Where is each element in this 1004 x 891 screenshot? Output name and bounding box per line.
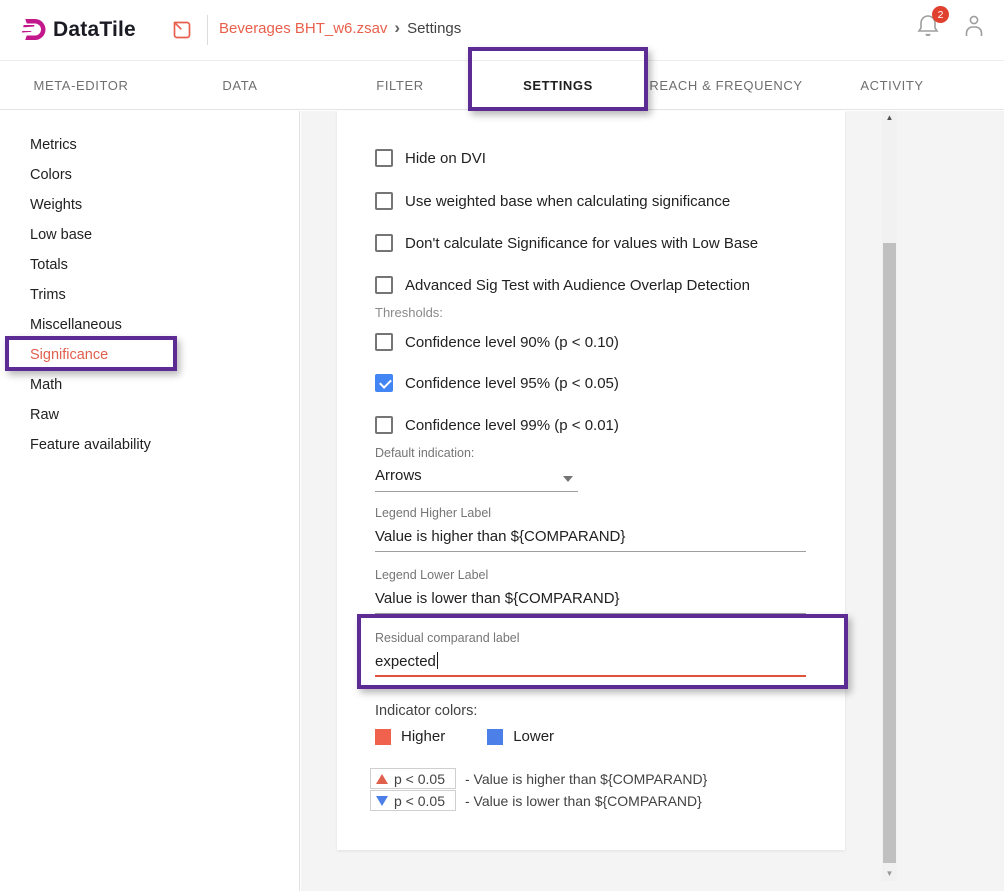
higher-swatch-label: Higher [401,728,445,745]
legend-chip-higher: p < 0.05 [370,768,456,789]
tab-reach-frequency[interactable]: REACH & FREQUENCY [646,61,806,110]
tab-bar: META-EDITOR DATA FILTER SETTINGS REACH &… [0,60,1004,110]
input-underline [375,613,806,614]
app-header: DataTile Beverages BHT_w6.zsav › Setting… [0,0,1004,60]
checkbox-row-hide-on-dvi[interactable]: Hide on DVI [375,149,486,167]
checkbox[interactable] [375,192,393,210]
lower-color-swatch[interactable] [487,729,503,745]
checkbox-row-weighted-base[interactable]: Use weighted base when calculating signi… [375,192,730,210]
sidebar-item-colors[interactable]: Colors [0,167,299,197]
breadcrumb-current: Settings [407,20,461,37]
thresholds-label: Thresholds: [375,305,443,320]
sidebar-item-metrics[interactable]: Metrics [0,137,299,167]
significance-settings-panel: Hide on DVI Use weighted base when calcu… [337,111,845,850]
sidebar-item-trims[interactable]: Trims [0,287,299,317]
tab-settings[interactable]: SETTINGS [478,61,638,110]
notification-badge: 2 [932,6,949,23]
chevron-right-icon: › [394,19,400,36]
sidebar-item-math[interactable]: Math [0,377,299,407]
legend-lower-label: Legend Lower Label [375,568,488,582]
input-underline [375,551,806,552]
checkbox[interactable] [375,234,393,252]
tab-data[interactable]: DATA [190,61,290,110]
breadcrumb: Beverages BHT_w6.zsav › Settings [219,20,461,37]
indicator-colors-row: Higher Lower [375,728,554,745]
settings-sidebar: Metrics Colors Weights Low base Totals T… [0,111,300,891]
sidebar-item-totals[interactable]: Totals [0,257,299,287]
legend-preview-higher: p < 0.05 - Value is higher than ${COMPAR… [370,768,707,789]
legend-description-lower: - Value is lower than ${COMPARAND} [465,793,702,809]
checkbox-row-confidence-95[interactable]: Confidence level 95% (p < 0.05) [375,374,619,392]
default-indication-label: Default indication: [375,446,474,460]
checkbox-checked[interactable] [375,374,393,392]
sidebar-item-feature-availability[interactable]: Feature availability [0,437,299,467]
checkbox[interactable] [375,333,393,351]
up-arrow-icon [376,774,388,784]
legend-preview-lower: p < 0.05 - Value is lower than ${COMPARA… [370,790,702,811]
sidebar-item-miscellaneous[interactable]: Miscellaneous [0,317,299,347]
checkbox[interactable] [375,276,393,294]
account-button[interactable] [962,12,986,40]
sidebar-item-low-base[interactable]: Low base [0,227,299,257]
breadcrumb-project[interactable]: Beverages BHT_w6.zsav [219,20,387,37]
app-logo[interactable]: DataTile [20,16,136,43]
logo-text: DataTile [53,18,136,42]
sidebar-item-weights[interactable]: Weights [0,197,299,227]
scroll-up-icon[interactable]: ▲ [882,111,897,125]
scrollbar-thumb[interactable] [883,243,896,863]
project-folder-icon[interactable] [171,19,193,41]
checkbox-row-confidence-99[interactable]: Confidence level 99% (p < 0.01) [375,416,619,434]
checkbox-row-no-sig-low-base[interactable]: Don't calculate Significance for values … [375,234,758,252]
legend-lower-input[interactable]: Value is lower than ${COMPARAND} [375,590,620,607]
checkbox[interactable] [375,416,393,434]
text-cursor [437,652,439,669]
legend-higher-input[interactable]: Value is higher than ${COMPARAND} [375,528,625,545]
scrollbar[interactable]: ▲ ▼ [882,111,897,881]
scroll-down-icon[interactable]: ▼ [882,867,897,881]
select-underline [375,491,578,492]
indicator-colors-label: Indicator colors: [375,703,477,719]
checkbox[interactable] [375,149,393,167]
sidebar-item-significance[interactable]: Significance [0,347,299,377]
header-divider [207,15,208,45]
legend-chip-lower: p < 0.05 [370,790,456,811]
person-icon [962,12,986,38]
tab-activity[interactable]: ACTIVITY [822,61,962,110]
lower-swatch-label: Lower [513,728,554,745]
datatile-logo-icon [20,16,47,43]
tab-meta-editor[interactable]: META-EDITOR [10,61,152,110]
checkbox-row-confidence-90[interactable]: Confidence level 90% (p < 0.10) [375,333,619,351]
focused-input-underline [375,675,806,677]
checkbox-row-advanced-sig-test[interactable]: Advanced Sig Test with Audience Overlap … [375,276,750,294]
down-arrow-icon [376,796,388,806]
residual-comparand-label: Residual comparand label [375,631,520,645]
default-indication-select[interactable]: Arrows [375,467,422,484]
legend-higher-label: Legend Higher Label [375,506,491,520]
higher-color-swatch[interactable] [375,729,391,745]
tab-filter[interactable]: FILTER [350,61,450,110]
chevron-down-icon[interactable] [563,476,573,482]
legend-description-higher: - Value is higher than ${COMPARAND} [465,771,707,787]
sidebar-item-raw[interactable]: Raw [0,407,299,437]
notifications-button[interactable]: 2 [916,12,940,40]
residual-comparand-input[interactable]: expected [375,652,438,670]
